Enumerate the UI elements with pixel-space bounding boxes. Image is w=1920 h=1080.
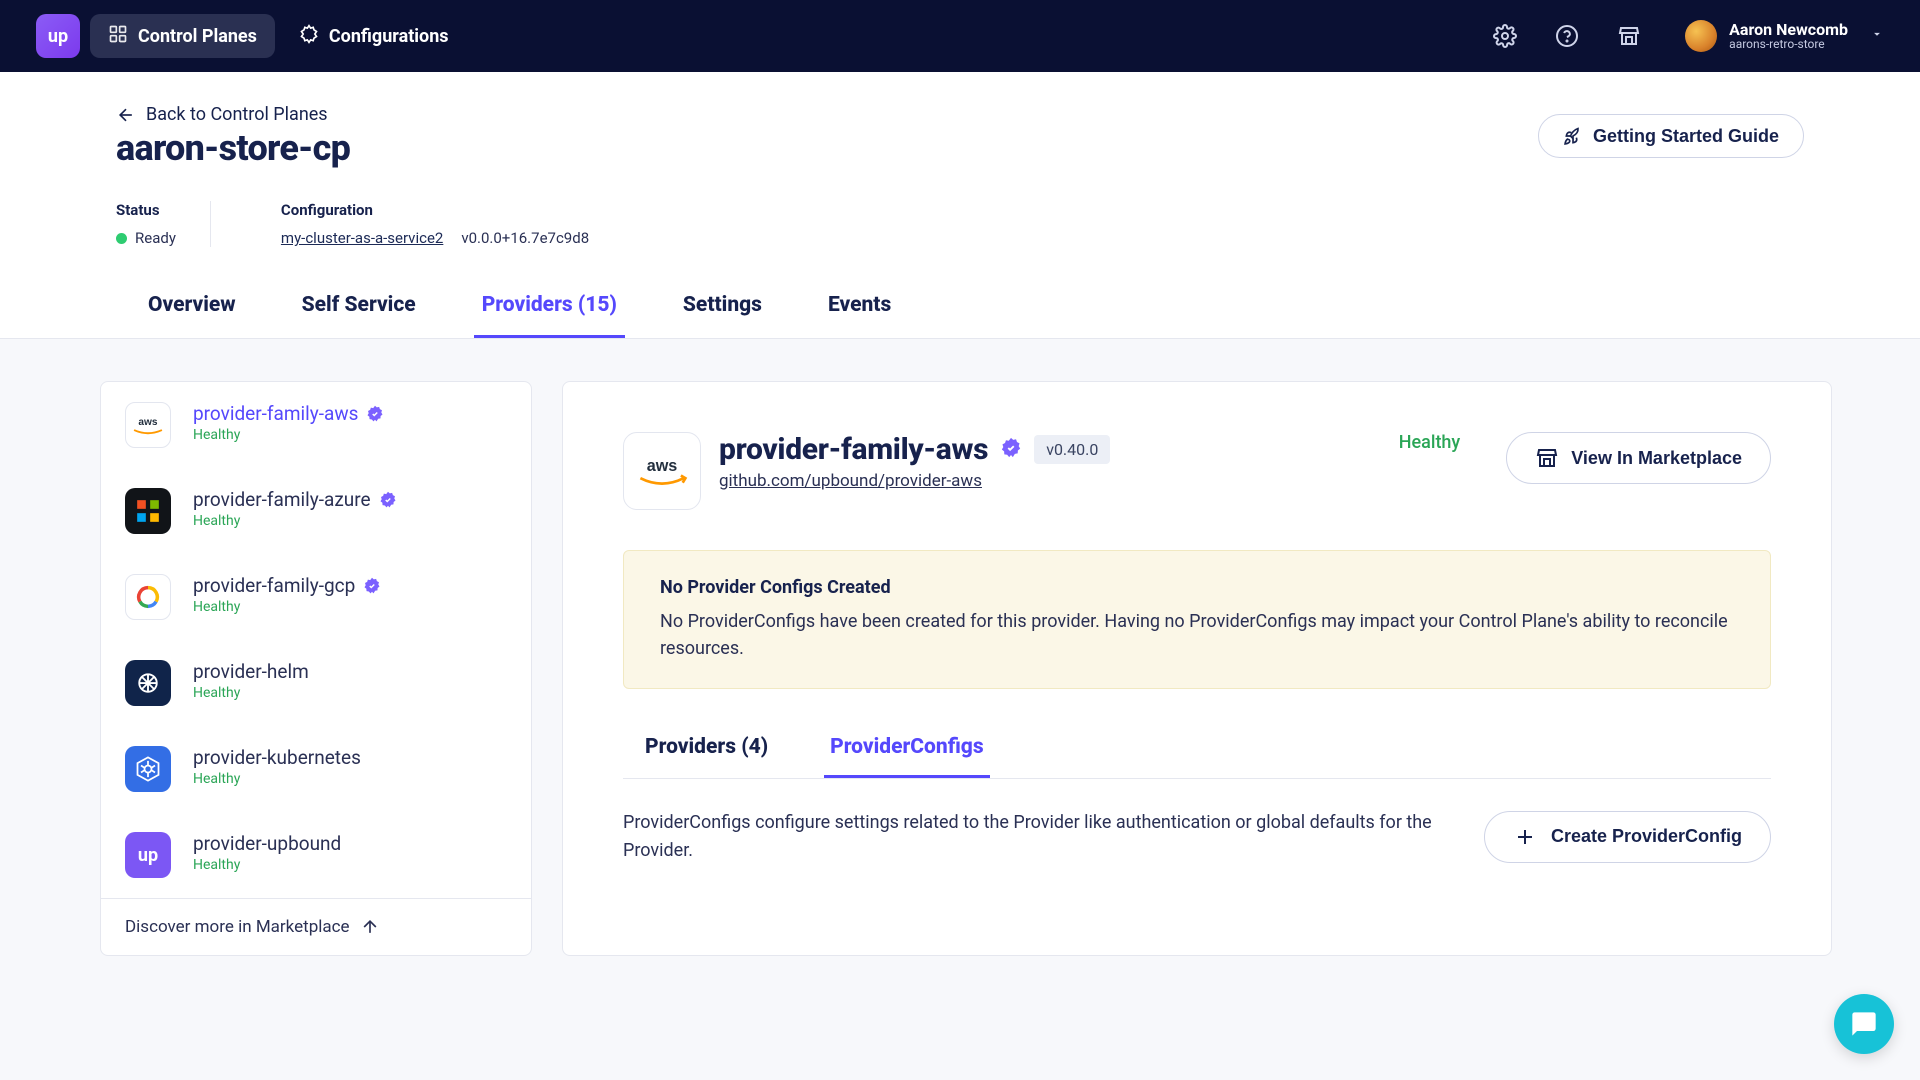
healthy-label: Healthy bbox=[1399, 432, 1461, 453]
chat-button[interactable] bbox=[1834, 994, 1894, 1054]
arrow-up-icon bbox=[360, 917, 380, 937]
provider-icon: up bbox=[125, 832, 171, 878]
chat-icon bbox=[1850, 1010, 1878, 1038]
svg-text:aws: aws bbox=[138, 417, 158, 428]
verified-badge-icon bbox=[366, 405, 384, 423]
arrow-left-icon bbox=[116, 105, 136, 125]
status-dot-icon bbox=[116, 233, 127, 244]
tab-self-service[interactable]: Self Service bbox=[294, 293, 424, 338]
provider-health: Healthy bbox=[193, 685, 309, 701]
status-label: Status bbox=[116, 201, 176, 219]
marketplace-button[interactable] bbox=[1611, 18, 1647, 54]
nav-control-planes[interactable]: Control Planes bbox=[90, 14, 275, 58]
provider-name: provider-upbound bbox=[193, 832, 341, 855]
provider-health: Healthy bbox=[193, 771, 361, 787]
provider-configs-desc: ProviderConfigs configure settings relat… bbox=[623, 809, 1444, 865]
provider-item[interactable]: up provider-upbound Healthy bbox=[101, 812, 531, 898]
warning-title: No Provider Configs Created bbox=[660, 577, 1734, 598]
page-header: Back to Control Planes aaron-store-cp Ge… bbox=[0, 72, 1920, 339]
warning-body: No ProviderConfigs have been created for… bbox=[660, 608, 1734, 662]
getting-started-label: Getting Started Guide bbox=[1593, 126, 1779, 147]
create-provider-config-button[interactable]: Create ProviderConfig bbox=[1484, 811, 1771, 863]
body-area: awsprovider-family-aws Healthyprovider-f… bbox=[0, 339, 1920, 956]
help-icon bbox=[1555, 24, 1579, 48]
version-badge: v0.40.0 bbox=[1034, 435, 1110, 464]
top-nav: up Control Planes Configurations Aaron N… bbox=[0, 0, 1920, 72]
user-name: Aaron Newcomb bbox=[1729, 21, 1848, 39]
config-icon bbox=[299, 24, 319, 49]
back-text: Back to Control Planes bbox=[146, 104, 328, 125]
detail-provider-icon: aws bbox=[623, 432, 701, 510]
getting-started-button[interactable]: Getting Started Guide bbox=[1538, 114, 1804, 158]
rocket-icon bbox=[1563, 126, 1583, 146]
view-marketplace-button[interactable]: View In Marketplace bbox=[1506, 432, 1771, 484]
provider-icon bbox=[125, 660, 171, 706]
status-value: Ready bbox=[116, 229, 176, 247]
provider-health: Healthy bbox=[193, 857, 341, 873]
verified-badge-icon bbox=[363, 577, 381, 595]
config-link[interactable]: my-cluster-as-a-service2 bbox=[281, 229, 443, 247]
detail-title: provider-family-aws bbox=[719, 432, 988, 467]
verified-badge-icon bbox=[1000, 437, 1022, 463]
meta-row: Status Ready Configuration my-cluster-as… bbox=[116, 201, 1804, 247]
help-button[interactable] bbox=[1549, 18, 1585, 54]
provider-item[interactable]: provider-family-gcp Healthy bbox=[101, 554, 531, 640]
grid-icon bbox=[108, 24, 128, 49]
tab-overview[interactable]: Overview bbox=[140, 293, 244, 338]
provider-name: provider-family-aws bbox=[193, 402, 384, 425]
tab-events[interactable]: Events bbox=[820, 293, 899, 338]
nav-configurations[interactable]: Configurations bbox=[299, 24, 449, 49]
provider-detail: aws provider-family-aws v0.40.0 github.c… bbox=[562, 381, 1832, 956]
provider-health: Healthy bbox=[193, 513, 397, 529]
provider-item[interactable]: provider-kubernetes Healthy bbox=[101, 726, 531, 812]
provider-name: provider-helm bbox=[193, 660, 309, 683]
user-menu[interactable]: Aaron Newcomb aarons-retro-store bbox=[1685, 20, 1884, 52]
provider-icon bbox=[125, 488, 171, 534]
settings-button[interactable] bbox=[1487, 18, 1523, 54]
nav-control-planes-label: Control Planes bbox=[138, 26, 257, 47]
nav-configurations-label: Configurations bbox=[329, 26, 449, 47]
provider-icon: aws bbox=[125, 402, 171, 448]
store-icon bbox=[1535, 446, 1559, 470]
tab-settings[interactable]: Settings bbox=[675, 293, 770, 338]
inner-tab-provider-configs[interactable]: ProviderConfigs bbox=[824, 735, 990, 778]
verified-badge-icon bbox=[379, 491, 397, 509]
provider-item[interactable]: aws provider-family-aws Healthy bbox=[101, 382, 531, 468]
provider-health: Healthy bbox=[193, 427, 384, 443]
provider-name: provider-family-gcp bbox=[193, 574, 381, 597]
svg-text:aws: aws bbox=[647, 457, 678, 475]
chevron-down-icon bbox=[1870, 27, 1884, 45]
repo-link[interactable]: github.com/upbound/provider-aws bbox=[719, 471, 1110, 491]
tab-providers[interactable]: Providers (15) bbox=[474, 293, 625, 338]
marketplace-discover[interactable]: Discover more in Marketplace bbox=[101, 898, 531, 955]
provider-icon bbox=[125, 574, 171, 620]
providers-sidebar: awsprovider-family-aws Healthyprovider-f… bbox=[100, 381, 532, 956]
plus-icon bbox=[1513, 825, 1537, 849]
inner-tab-providers[interactable]: Providers (4) bbox=[639, 735, 774, 778]
user-org: aarons-retro-store bbox=[1729, 38, 1848, 51]
provider-health: Healthy bbox=[193, 599, 381, 615]
avatar bbox=[1685, 20, 1717, 52]
gear-icon bbox=[1493, 24, 1517, 48]
store-icon bbox=[1617, 24, 1641, 48]
provider-icon bbox=[125, 746, 171, 792]
inner-tabs: Providers (4) ProviderConfigs bbox=[623, 735, 1771, 779]
provider-item[interactable]: provider-family-azure Healthy bbox=[101, 468, 531, 554]
provider-name: provider-family-azure bbox=[193, 488, 397, 511]
logo[interactable]: up bbox=[36, 14, 80, 58]
config-label: Configuration bbox=[281, 201, 589, 219]
aws-icon: aws bbox=[635, 454, 689, 488]
provider-name: provider-kubernetes bbox=[193, 746, 361, 769]
config-version: v0.0.0+16.7e7c9d8 bbox=[461, 229, 589, 247]
provider-item[interactable]: provider-helm Healthy bbox=[101, 640, 531, 726]
warning-box: No Provider Configs Created No ProviderC… bbox=[623, 550, 1771, 689]
main-tabs: Overview Self Service Providers (15) Set… bbox=[116, 293, 1804, 338]
